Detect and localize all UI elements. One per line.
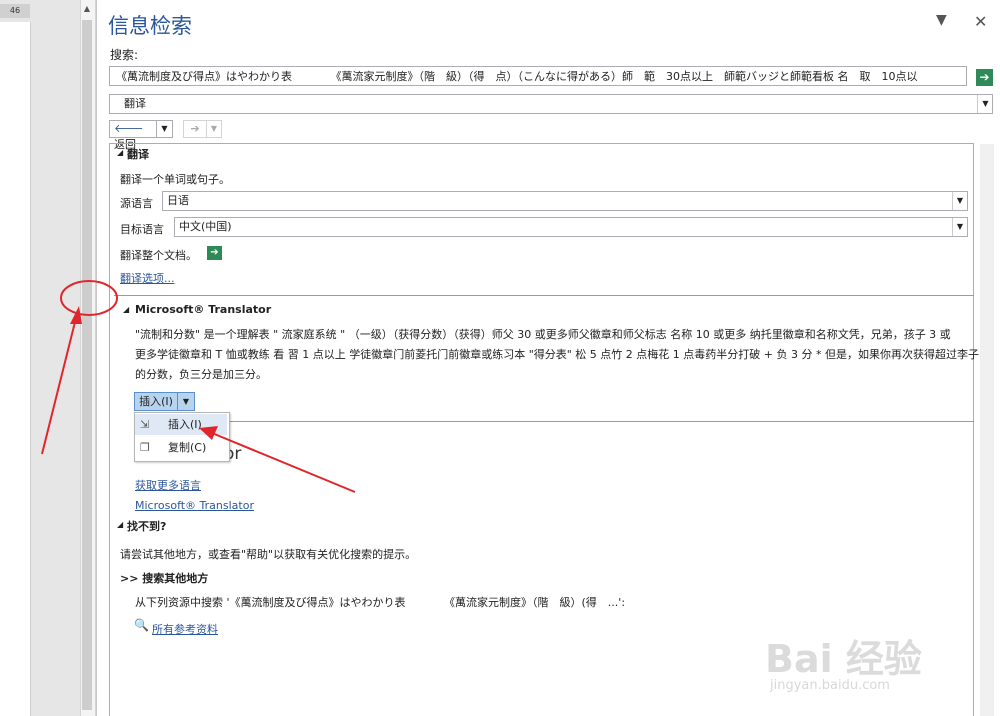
annotation-arrow-head <box>70 306 82 324</box>
annotation-overlay <box>41 280 356 493</box>
annotation-circle <box>60 280 118 316</box>
annotation-arrow-head <box>199 426 218 440</box>
annotation-arrow-right <box>211 432 356 493</box>
annotation-arrow-left <box>41 317 77 455</box>
